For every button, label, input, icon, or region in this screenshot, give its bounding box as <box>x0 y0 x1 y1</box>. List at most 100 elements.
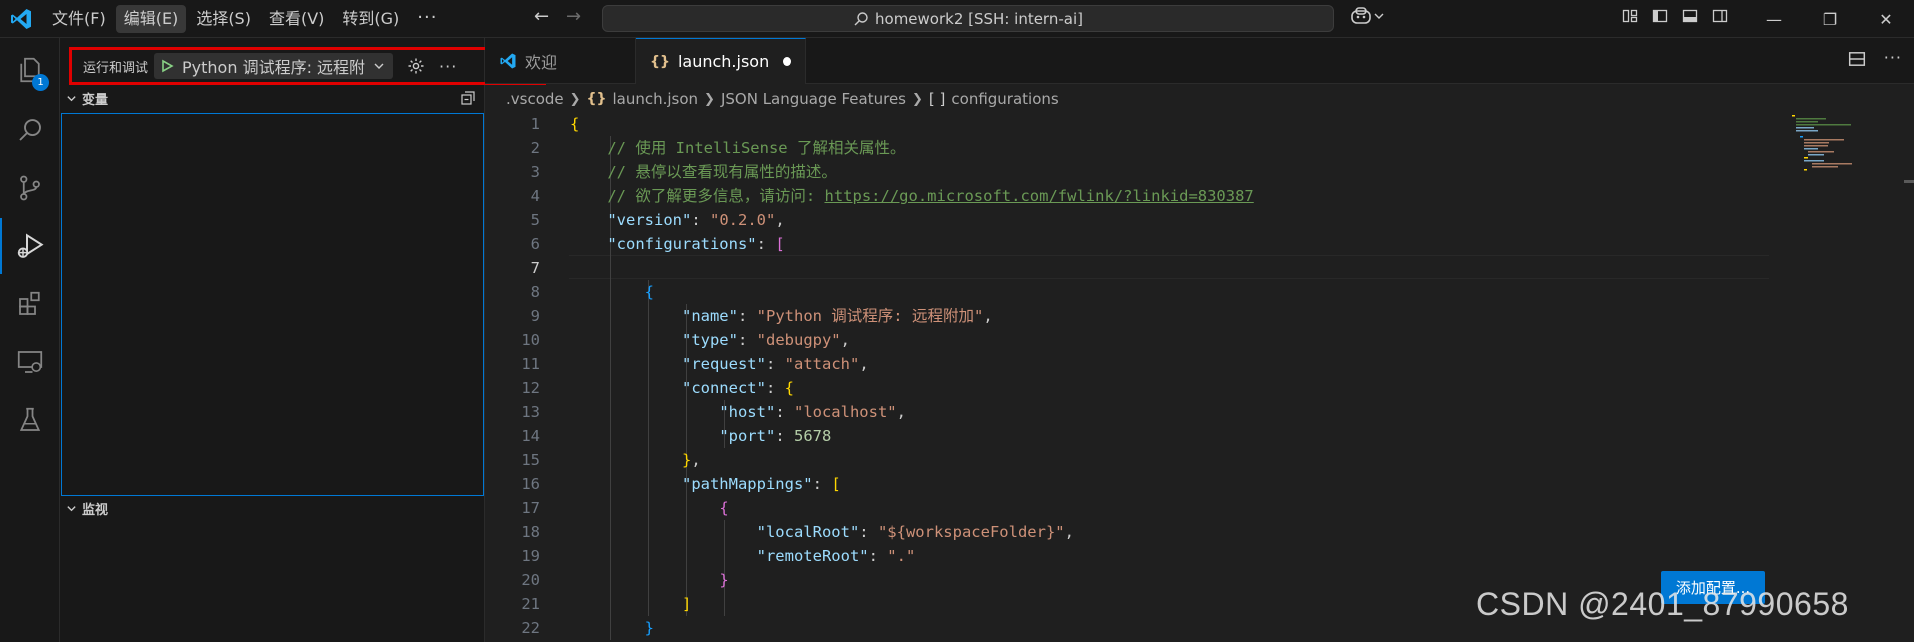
code-token: } <box>681 451 692 469</box>
menu-go[interactable]: 转到(G) <box>334 5 407 33</box>
more-actions-icon[interactable]: ··· <box>1884 50 1902 68</box>
more-actions-icon[interactable]: ··· <box>439 57 457 76</box>
code-content: "type": "debugpy", <box>570 328 850 352</box>
explorer-badge: 1 <box>32 74 49 91</box>
code-content: } <box>570 568 728 592</box>
line-number: 2 <box>530 139 540 157</box>
toggle-primary-sidebar-icon[interactable] <box>1652 8 1668 24</box>
code-line[interactable]: 15 }, <box>485 448 1785 472</box>
code-token: { <box>570 115 580 133</box>
code-token: , <box>1064 523 1074 541</box>
code-line[interactable]: 9 "name": "Python 调试程序: 远程附加", <box>485 304 1785 328</box>
minimap[interactable] <box>1790 113 1880 173</box>
variables-section-header[interactable]: 变量 <box>60 87 484 109</box>
start-debugging-icon[interactable] <box>160 59 174 73</box>
line-number: 20 <box>521 571 540 589</box>
code-line[interactable]: 12 "connect": { <box>485 376 1785 400</box>
menu-selection[interactable]: 选择(S) <box>188 5 259 33</box>
testing-button[interactable] <box>0 392 60 448</box>
array-icon: [ ] <box>928 90 946 108</box>
code-editor[interactable]: 1{2 // 使用 IntelliSense 了解相关属性。 3 // 悬停以查看… <box>485 112 1914 642</box>
code-token: : <box>765 355 785 373</box>
code-line[interactable]: 14 "port": 5678 <box>485 424 1785 448</box>
code-line[interactable]: 11 "request": "attach", <box>485 352 1785 376</box>
line-number: 18 <box>521 523 540 541</box>
line-number: 15 <box>521 451 540 469</box>
activity-bar: 1 <box>0 38 60 642</box>
source-control-button[interactable] <box>0 160 60 216</box>
line-number: 3 <box>530 163 540 181</box>
chevron-down-icon <box>60 503 82 514</box>
launch-config-name: Python 调试程序: 远程附 <box>182 58 366 77</box>
remote-explorer-button[interactable] <box>0 334 60 390</box>
restore-icon[interactable]: ❐ <box>1802 0 1858 38</box>
close-icon[interactable]: ✕ <box>1858 0 1914 38</box>
code-line[interactable]: 17 { <box>485 496 1785 520</box>
code-content: } <box>570 616 654 640</box>
split-editor-icon[interactable] <box>1848 50 1866 68</box>
code-line[interactable]: 4 // 欲了解更多信息，请访问: https://go.microsoft.c… <box>485 184 1785 208</box>
chevron-down-icon <box>1374 13 1384 19</box>
unsaved-indicator[interactable] <box>783 57 791 66</box>
chevron-down-icon <box>60 93 82 104</box>
breadcrumb-item-configurations[interactable]: configurations <box>951 90 1058 108</box>
code-line[interactable]: 10 "type": "debugpy", <box>485 328 1785 352</box>
breadcrumb-item-file[interactable]: launch.json <box>612 90 698 108</box>
code-line[interactable]: 3 // 悬停以查看现有属性的描述。 <box>485 160 1785 184</box>
run-and-debug-button[interactable] <box>0 218 60 274</box>
forward-arrow-icon[interactable]: → <box>566 6 581 27</box>
code-content: "version": "0.2.0", <box>570 208 784 232</box>
code-token: "name" <box>681 307 738 325</box>
code-token: "connect" <box>681 379 766 397</box>
toggle-secondary-sidebar-icon[interactable] <box>1712 8 1728 24</box>
line-number: 14 <box>521 427 540 445</box>
menu-view[interactable]: 查看(V) <box>261 5 332 33</box>
code-token: "host" <box>719 403 776 421</box>
breadcrumb-item-vscode[interactable]: .vscode <box>506 90 564 108</box>
launch-config-select[interactable]: Python 调试程序: 远程附 <box>154 53 394 79</box>
copilot-button[interactable] <box>1350 6 1384 26</box>
code-line[interactable]: 1{ <box>485 112 1785 136</box>
code-line[interactable]: 6 "configurations": [ <box>485 232 1785 256</box>
menu-more-button[interactable]: ··· <box>409 5 445 33</box>
code-token: "configurations" <box>607 235 757 253</box>
toggle-panel-icon[interactable] <box>1682 8 1698 24</box>
extensions-button[interactable] <box>0 276 60 332</box>
menu-edit[interactable]: 编辑(E) <box>115 5 187 33</box>
code-token: : <box>737 307 757 325</box>
code-line[interactable]: 5 "version": "0.2.0", <box>485 208 1785 232</box>
menu-file[interactable]: 文件(F) <box>44 5 114 33</box>
customize-layout-icon[interactable] <box>1622 8 1638 24</box>
command-center[interactable]: homework2 [SSH: intern-ai] <box>602 5 1334 32</box>
variables-panel[interactable] <box>61 113 484 496</box>
code-token: // 欲了解更多信息，请访问: <box>570 187 825 205</box>
code-line[interactable]: 18 "localRoot": "${workspaceFolder}", <box>485 520 1785 544</box>
collapse-all-icon[interactable] <box>460 90 476 110</box>
code-line[interactable]: 7 <box>485 256 1785 280</box>
code-line[interactable]: 13 "host": "localhost", <box>485 400 1785 424</box>
tab-welcome[interactable]: 欢迎 <box>485 38 636 84</box>
explorer-button[interactable]: 1 <box>0 42 60 98</box>
tab-launch-json[interactable]: {} launch.json <box>636 38 806 84</box>
code-line[interactable]: 2 // 使用 IntelliSense 了解相关属性。 <box>485 136 1785 160</box>
minimize-icon[interactable]: — <box>1746 0 1802 38</box>
code-token: , <box>896 403 906 421</box>
gear-icon[interactable] <box>407 57 425 75</box>
json-icon: {} <box>586 91 607 107</box>
line-number: 7 <box>530 259 540 277</box>
back-arrow-icon[interactable]: ← <box>534 6 549 27</box>
search-view-button[interactable] <box>0 102 60 158</box>
watch-section-header[interactable]: 监视 <box>60 497 484 519</box>
code-line[interactable]: 8 { <box>485 280 1785 304</box>
code-content: "remoteRoot": "." <box>570 544 916 568</box>
line-number: 9 <box>530 307 540 325</box>
code-token: "${workspaceFolder}" <box>877 523 1065 541</box>
debug-toolbar-highlight: 运行和调试 Python 调试程序: 远程附 ··· <box>69 47 546 85</box>
code-line[interactable]: 16 "pathMappings": [ <box>485 472 1785 496</box>
breadcrumb-item-language[interactable]: JSON Language Features <box>721 90 906 108</box>
code-line[interactable]: 19 "remoteRoot": "." <box>485 544 1785 568</box>
run-debug-icon <box>17 233 44 258</box>
